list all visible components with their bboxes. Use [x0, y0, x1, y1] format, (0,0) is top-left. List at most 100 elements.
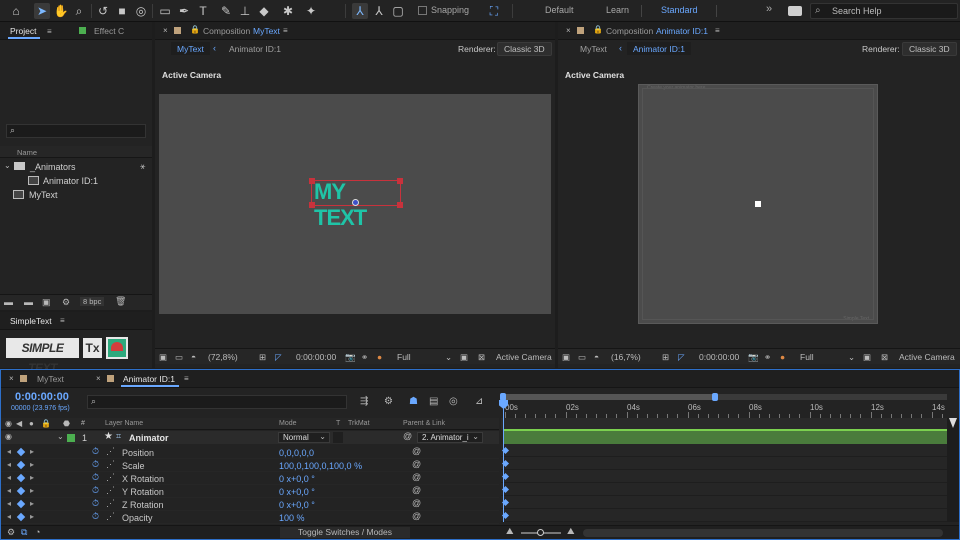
- region-of-interest-icon[interactable]: ◸: [678, 352, 685, 363]
- close-tab-icon[interactable]: ×: [96, 374, 101, 383]
- project-settings-icon[interactable]: ⚙: [62, 297, 70, 308]
- name-column-header[interactable]: Name: [17, 148, 37, 157]
- zoom-slider-thumb[interactable]: [537, 529, 544, 536]
- pickwhip-icon[interactable]: @: [412, 472, 421, 482]
- keyframe-toggle-icon[interactable]: [16, 447, 26, 457]
- tab-simpletext[interactable]: SimpleText: [10, 316, 52, 326]
- resolution-grid-icon[interactable]: ⊞: [662, 352, 669, 363]
- keyframe-toggle-icon[interactable]: [16, 486, 26, 496]
- graph-icon[interactable]: ⋰: [106, 459, 115, 470]
- lock-switch-icon[interactable]: 🔒: [41, 419, 51, 428]
- show-snapshot-icon[interactable]: ⚭: [361, 352, 368, 363]
- chevron-down-icon[interactable]: ⌄: [445, 352, 452, 363]
- close-tab-icon[interactable]: ×: [9, 374, 14, 383]
- new-composition-icon[interactable]: ▣: [42, 297, 51, 308]
- view-axis-icon[interactable]: ▢: [390, 3, 406, 19]
- search-help-field[interactable]: ⌕ Search Help: [810, 3, 958, 19]
- resolution-grid-icon[interactable]: ⊞: [259, 352, 266, 363]
- motion-blur-icon[interactable]: ◎: [449, 396, 458, 407]
- close-tab-icon[interactable]: ×: [566, 26, 571, 35]
- monitor-icon[interactable]: ▭: [175, 352, 183, 363]
- keyframe-toggle-icon[interactable]: [16, 460, 26, 470]
- next-keyframe-icon[interactable]: ▸: [30, 486, 34, 495]
- prev-keyframe-icon[interactable]: ◂: [7, 460, 11, 469]
- eye-icon[interactable]: ◉: [5, 432, 12, 441]
- stopwatch-icon[interactable]: ⏱: [92, 459, 99, 470]
- zoom-tool-icon[interactable]: ⌕: [71, 3, 87, 19]
- property-value[interactable]: 0 x+0,0 °: [279, 500, 315, 510]
- workspace-learn[interactable]: Learn: [606, 5, 629, 15]
- project-item-animators-folder[interactable]: ⌄ _Animators ⚹: [0, 160, 152, 173]
- timeline-horizontal-scrollbar[interactable]: [583, 529, 943, 537]
- stopwatch-icon[interactable]: ⏱: [92, 446, 99, 457]
- show-snapshot-icon[interactable]: ⚭: [764, 352, 771, 363]
- pickwhip-icon[interactable]: @: [412, 485, 421, 495]
- comp-tab-name[interactable]: Animator ID:1: [656, 26, 708, 36]
- renderer-dropdown[interactable]: Classic 3D: [497, 42, 552, 56]
- timeline-zoom-slider[interactable]: [521, 529, 561, 536]
- preserve-transparency-toggle[interactable]: [333, 432, 343, 443]
- clear-format-button[interactable]: Tx: [83, 338, 102, 358]
- timeline-timecode[interactable]: 0:00:00:00: [15, 391, 69, 403]
- property-value[interactable]: 100,0,100,0,100,0 %: [279, 461, 362, 471]
- prev-keyframe-icon[interactable]: ◂: [7, 512, 11, 521]
- parent-dropdown[interactable]: 2. Animator_i ⌄: [417, 432, 483, 443]
- disclosure-triangle-icon[interactable]: ⌄: [57, 432, 64, 441]
- bit-depth-button[interactable]: 8 bpc: [80, 297, 105, 306]
- channel-icon[interactable]: ●: [780, 352, 785, 362]
- label-tag-icon[interactable]: ⬣: [63, 419, 70, 428]
- rectangle-tool-icon[interactable]: ▭: [157, 3, 173, 19]
- project-search-input[interactable]: ⌕: [6, 124, 146, 138]
- snapping-checkbox[interactable]: [418, 6, 427, 15]
- graph-icon[interactable]: ⋰: [106, 485, 115, 496]
- next-keyframe-icon[interactable]: ▸: [30, 447, 34, 456]
- expand-modes-icon[interactable]: ◔: [35, 527, 40, 537]
- camera-tool-icon[interactable]: ■: [114, 3, 130, 19]
- layer-name-header[interactable]: Layer Name: [105, 420, 143, 427]
- zoom-in-icon[interactable]: ⛰: [567, 526, 575, 537]
- channel-icon[interactable]: ●: [377, 352, 382, 362]
- resolution-dropdown[interactable]: Full: [800, 352, 814, 362]
- transparency-grid-icon[interactable]: ⊠: [881, 352, 888, 363]
- simpletext-logo[interactable]: SIMPLE TEXT: [6, 338, 79, 375]
- keyframe-toggle-icon[interactable]: [16, 512, 26, 522]
- lock-icon[interactable]: 🔒: [190, 25, 200, 34]
- timeline-vertical-scrollbar[interactable]: [947, 418, 959, 522]
- prev-keyframe-icon[interactable]: ◂: [7, 447, 11, 456]
- monitor-icon[interactable]: ▭: [578, 352, 586, 363]
- panel-menu-icon[interactable]: ≡: [283, 26, 288, 35]
- pickwhip-icon[interactable]: @: [412, 459, 421, 469]
- property-value[interactable]: 0 x+0,0 °: [279, 474, 315, 484]
- snapshot-icon[interactable]: 📷: [345, 352, 356, 363]
- keyframe-area[interactable]: [501, 444, 947, 522]
- property-value[interactable]: 0,0,0,0,0: [279, 448, 314, 458]
- graph-icon[interactable]: ⋰: [106, 511, 115, 522]
- composition-viewer-right[interactable]: Create your animator here Simple Text: [638, 84, 878, 324]
- flowchart-icon[interactable]: ⚹: [140, 161, 145, 172]
- transparency-grid-icon[interactable]: ⊠: [478, 352, 485, 363]
- next-keyframe-icon[interactable]: ▸: [30, 473, 34, 482]
- next-keyframe-icon[interactable]: ▸: [30, 460, 34, 469]
- next-keyframe-icon[interactable]: ▸: [30, 512, 34, 521]
- property-row[interactable]: ◂ ▸ ⏱ ⋰ Position 0,0,0,0,0 @: [1, 446, 499, 459]
- graph-icon[interactable]: ⋰: [106, 498, 115, 509]
- next-keyframe-icon[interactable]: ▸: [30, 499, 34, 508]
- stopwatch-icon[interactable]: ⏱: [92, 498, 99, 509]
- layer-label-color[interactable]: [67, 434, 75, 442]
- zoom-dropdown[interactable]: (72,8%): [208, 352, 238, 362]
- render-time-icon[interactable]: ⚙: [7, 527, 15, 538]
- breadcrumb-animator[interactable]: Animator ID:1: [627, 42, 691, 55]
- property-row[interactable]: ◂ ▸ ⏱ ⋰ Scale 100,0,100,0,100,0 % @: [1, 459, 499, 472]
- simpletext-character-icon[interactable]: [106, 337, 128, 359]
- roto-brush-tool-icon[interactable]: ✱: [280, 3, 296, 19]
- layer-name[interactable]: Animator: [129, 433, 169, 443]
- camera-view-dropdown[interactable]: Active Camera: [496, 352, 552, 362]
- timeline-search-input[interactable]: ⌕: [87, 395, 347, 409]
- prev-keyframe-icon[interactable]: ◂: [7, 473, 11, 482]
- layer-row-animator[interactable]: ◉ ⌄ 1 ★ ⌗ Animator Normal ⌄ @ 2. Animato…: [1, 431, 499, 444]
- tab-project[interactable]: Project: [10, 26, 36, 36]
- fast-previews-icon[interactable]: ▣: [863, 352, 871, 363]
- snap-options-icon[interactable]: ⛶: [486, 3, 502, 19]
- work-area-end-handle[interactable]: [712, 393, 718, 401]
- prev-keyframe-icon[interactable]: ◂: [7, 486, 11, 495]
